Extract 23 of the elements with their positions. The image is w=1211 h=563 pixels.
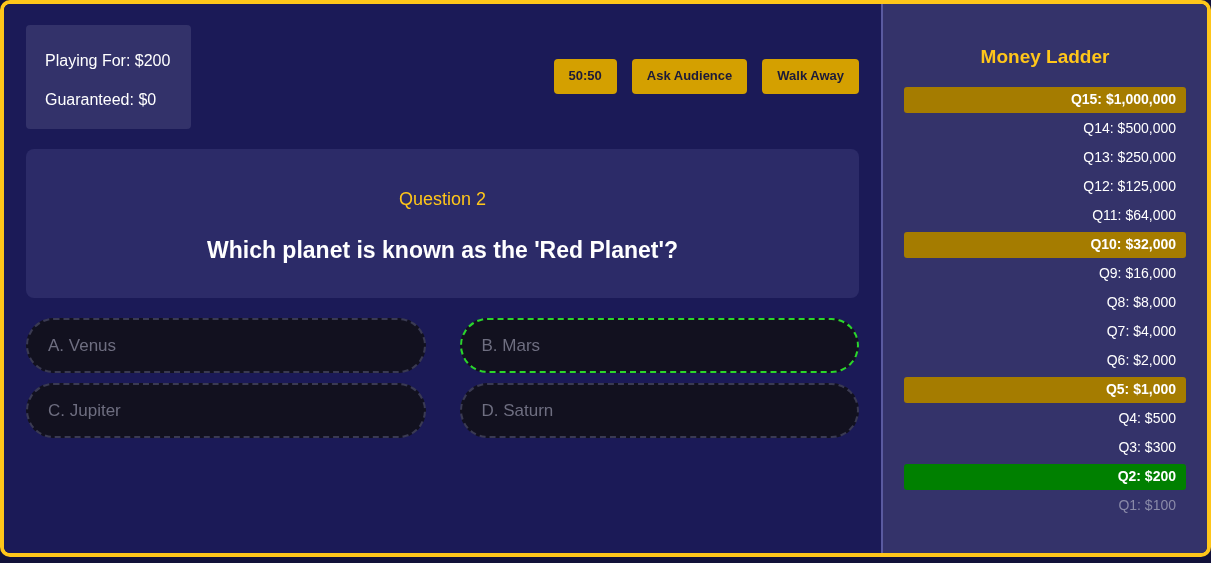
ladder-step: Q15: $1,000,000 xyxy=(904,86,1186,113)
ladder-step: Q10: $32,000 xyxy=(904,231,1186,258)
ladder-step: Q6: $2,000 xyxy=(904,347,1186,374)
ladder-step: Q14: $500,000 xyxy=(904,115,1186,142)
ladder-step: Q13: $250,000 xyxy=(904,144,1186,171)
lifeline-button[interactable]: 50:50 xyxy=(553,58,617,94)
ladder-step: Q12: $125,000 xyxy=(904,173,1186,200)
lifeline-button[interactable]: Ask Audience xyxy=(631,58,748,94)
ladder-step: Q3: $300 xyxy=(904,434,1186,461)
ladder-step: Q4: $500 xyxy=(904,405,1186,432)
ladder-step: Q1: $100 xyxy=(904,492,1186,519)
ladder-step: Q2: $200 xyxy=(904,463,1186,490)
ladder-step: Q8: $8,000 xyxy=(904,289,1186,316)
question-number: Question 2 xyxy=(398,188,487,211)
ladder-step: Q7: $4,000 xyxy=(904,318,1186,345)
ladder-step: Q5: $1,000 xyxy=(904,376,1186,403)
guaranteed-text: Guaranteed: $0 xyxy=(45,90,158,110)
playing-for-text: Playing For: $200 xyxy=(45,51,172,71)
ladder-title: Money Ladder xyxy=(979,45,1111,69)
ladder-step: Q11: $64,000 xyxy=(904,202,1186,229)
ladder-step: Q9: $16,000 xyxy=(904,260,1186,287)
question-text: Which planet is known as the 'Red Planet'? xyxy=(207,236,678,265)
lifeline-button[interactable]: Walk Away xyxy=(762,58,859,94)
